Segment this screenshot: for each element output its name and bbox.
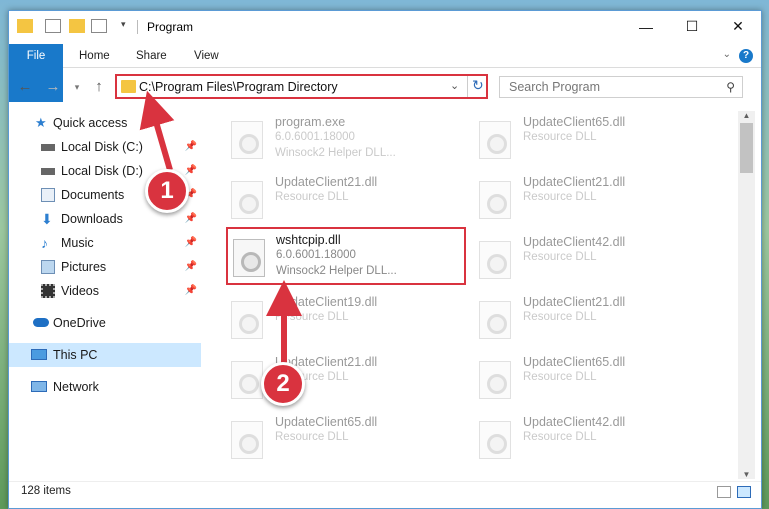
step-badge-2: 2 xyxy=(261,362,305,406)
arrow-1 xyxy=(139,90,175,171)
annotation-arrows xyxy=(139,90,302,370)
step-badge-1: 1 xyxy=(145,169,189,213)
